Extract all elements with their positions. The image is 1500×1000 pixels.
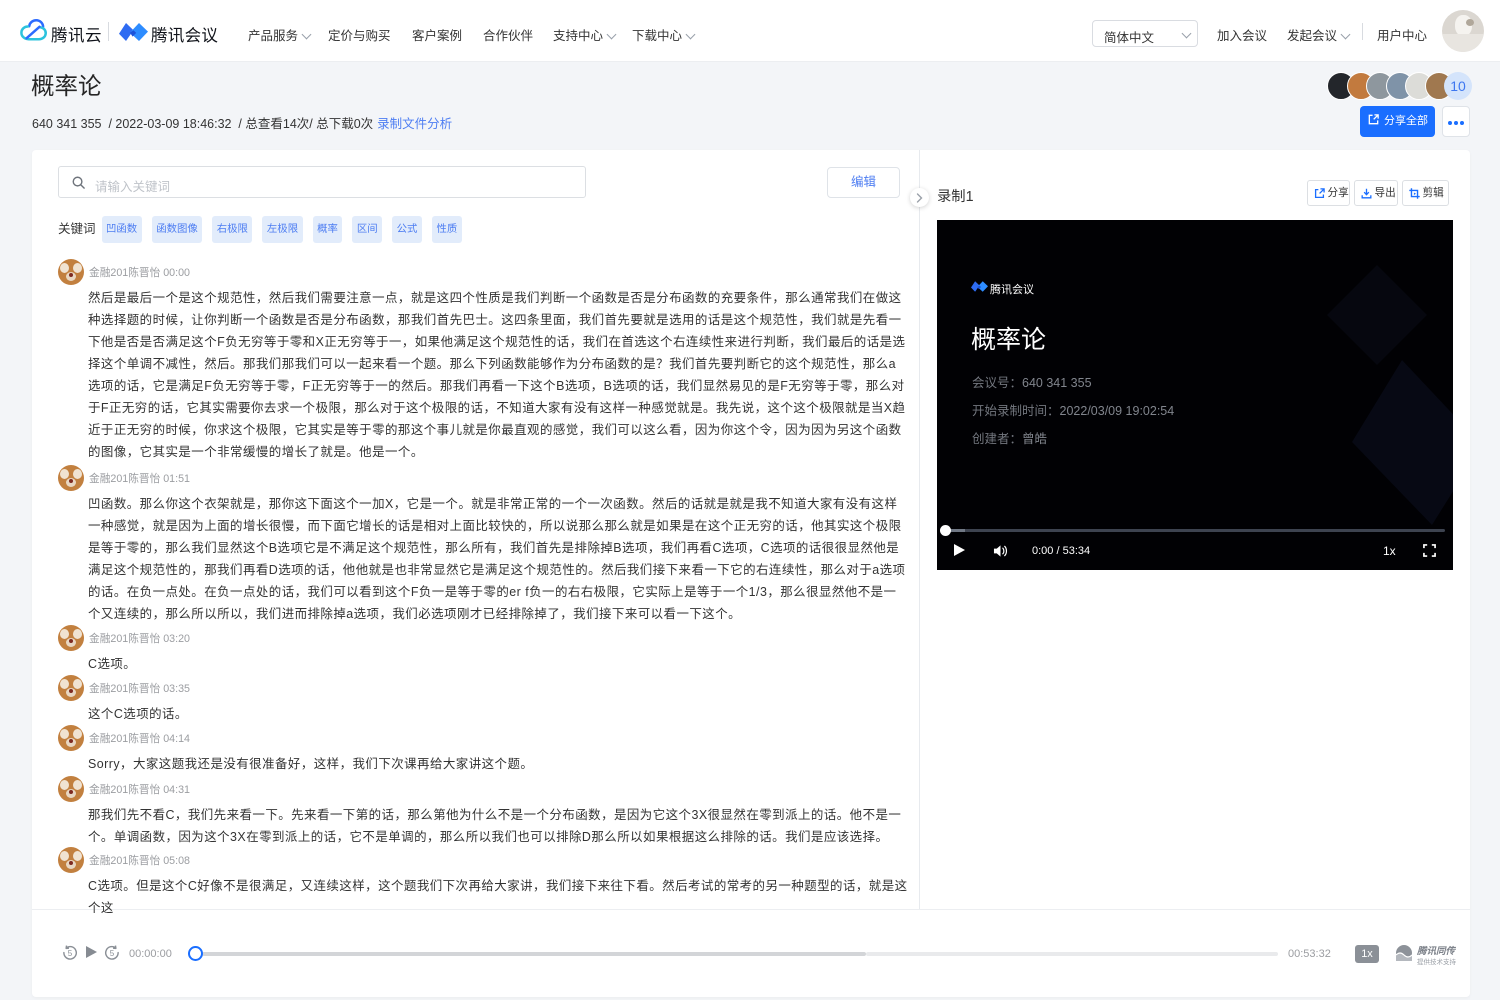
- svg-text:5: 5: [68, 949, 73, 958]
- svg-text:5: 5: [110, 949, 115, 958]
